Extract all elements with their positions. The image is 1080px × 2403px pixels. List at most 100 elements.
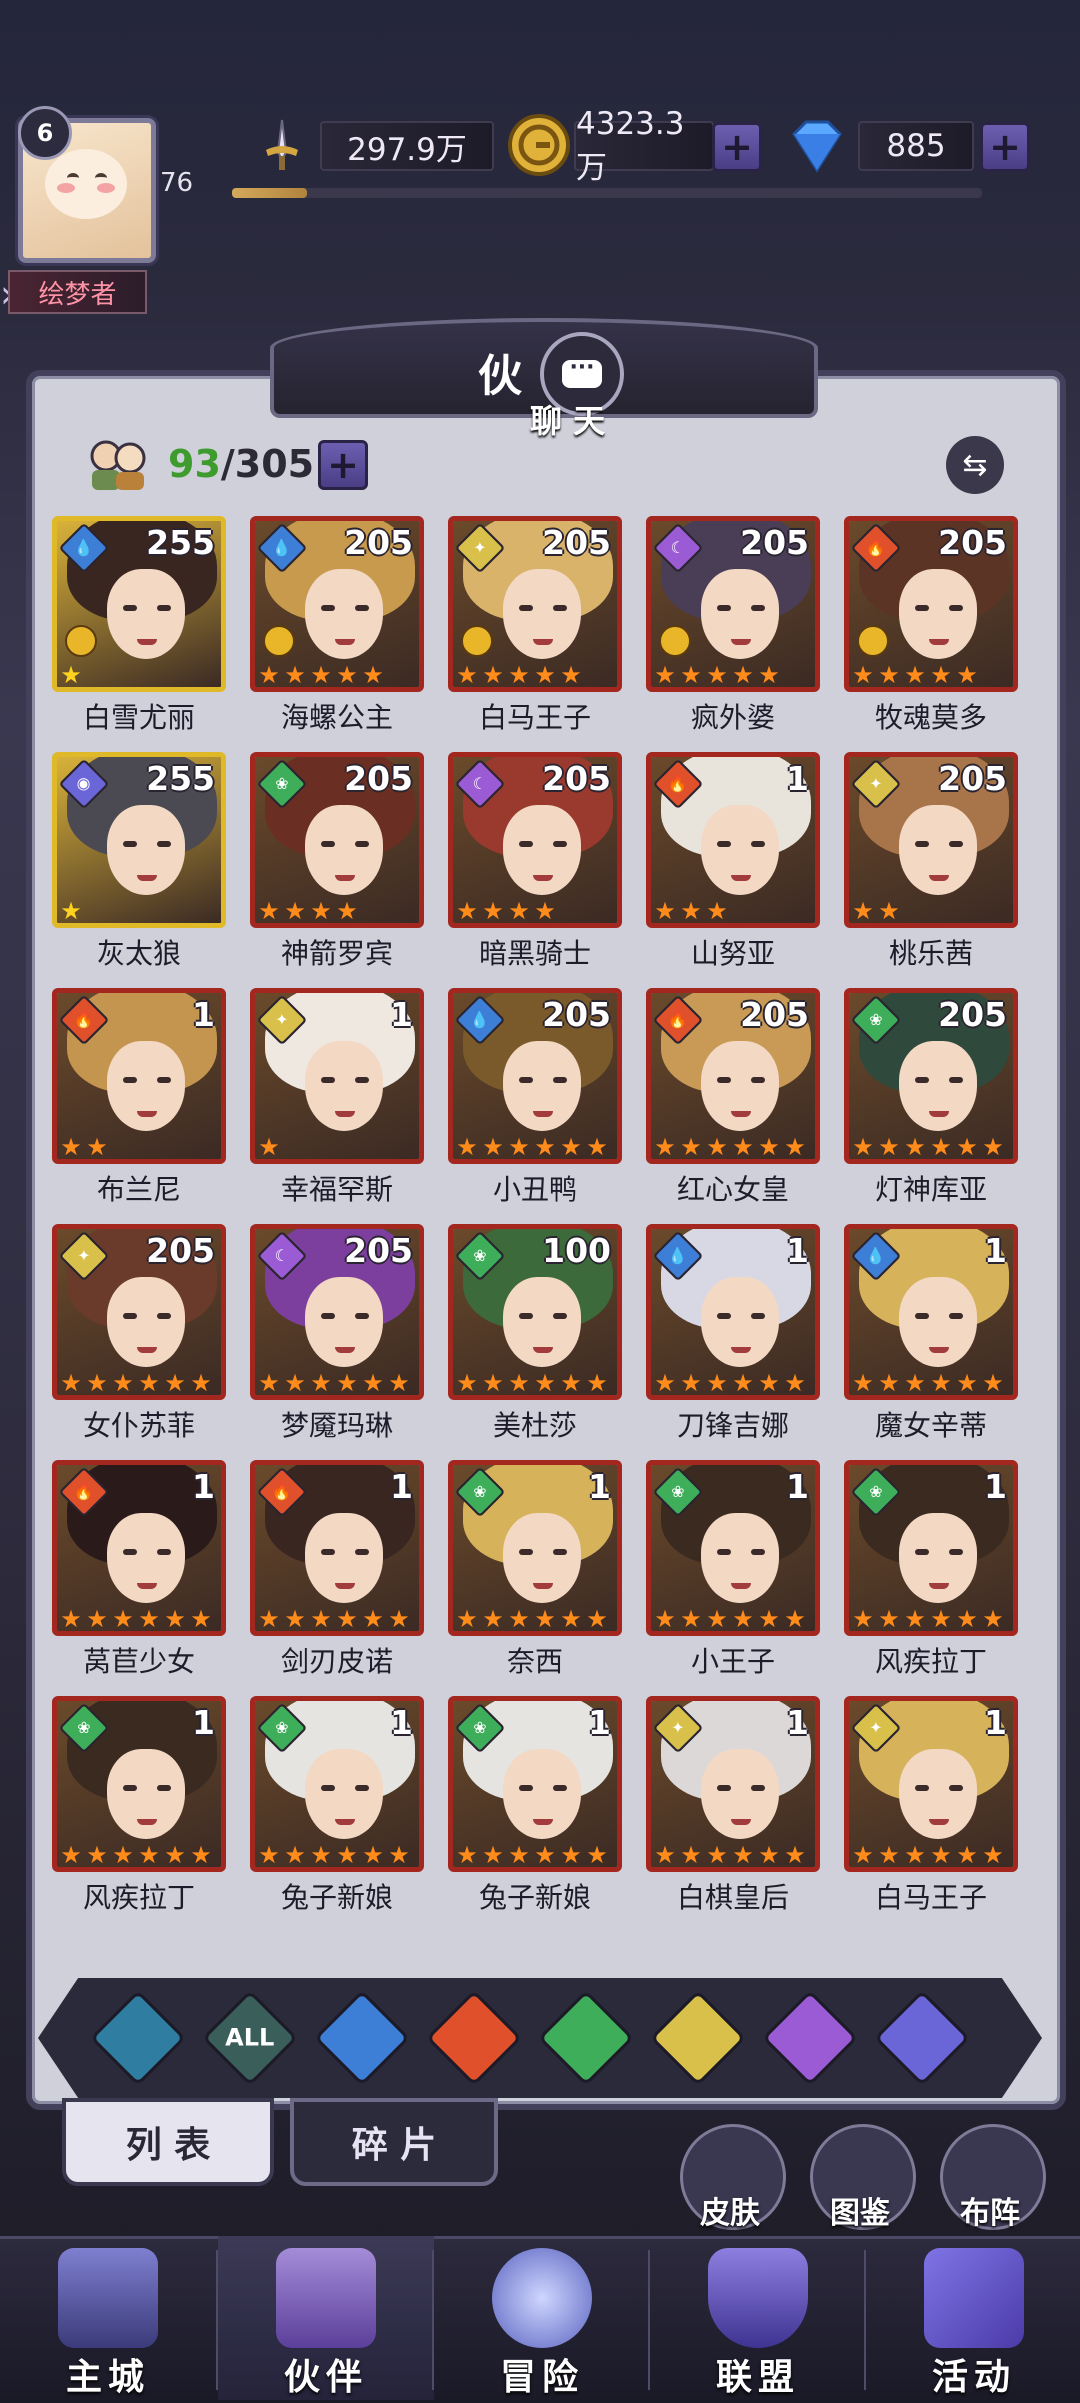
hero-face — [305, 1277, 383, 1367]
hero-stars: ★ ★ ★ ★ ★ — [455, 663, 585, 687]
hero-card[interactable]: 💧 255 ★ — [52, 516, 226, 692]
player-name[interactable]: 绘梦者 — [8, 270, 147, 314]
nav-adventure[interactable]: 冒险 — [434, 2236, 650, 2400]
hero-card[interactable]: ◉ 255 ★ — [52, 752, 226, 928]
hero-card[interactable]: 💧 1 ★ ★ ★ ★ ★ ★ — [646, 1224, 820, 1400]
expand-capacity-button[interactable]: + — [318, 440, 368, 490]
hero-level: 255 — [146, 523, 215, 562]
hero-card[interactable]: 🔥 205 ★ ★ ★ ★ ★ — [844, 516, 1018, 692]
star-icon: ★ — [956, 1369, 978, 1397]
hero-level: 205 — [740, 995, 809, 1034]
hero-card[interactable]: ❀ 1 ★ ★ ★ ★ ★ ★ — [448, 1460, 622, 1636]
nav-alliance[interactable]: 联盟 — [650, 2236, 866, 2400]
star-icon: ★ — [534, 661, 556, 689]
sort-swap-button[interactable]: ⇆ — [946, 436, 1004, 494]
crown-icon — [857, 625, 889, 657]
star-icon: ★ — [482, 661, 504, 689]
hero-card[interactable]: 💧 205 ★ ★ ★ ★ ★ — [250, 516, 424, 692]
hero-name: 小丑鸭 — [492, 1173, 577, 1206]
star-icon: ★ — [654, 1133, 676, 1161]
hero-name: 白马王子 — [478, 701, 591, 734]
filter-all-button[interactable]: ALL — [201, 1989, 299, 2087]
hero-card[interactable]: ✦ 1 ★ ★ ★ ★ ★ ★ — [646, 1696, 820, 1872]
tab-list[interactable]: 列 表 — [62, 2098, 274, 2186]
tab-fragments[interactable]: 碎 片 — [290, 2098, 498, 2186]
hero-card[interactable]: 🔥 1 ★ ★ ★ ★ ★ ★ — [250, 1460, 424, 1636]
star-icon: ★ — [86, 1841, 108, 1869]
star-icon: ★ — [284, 661, 306, 689]
hero-card[interactable]: 🔥 1 ★ ★ ★ ★ ★ ★ — [52, 1460, 226, 1636]
hero-card[interactable]: ❀ 1 ★ ★ ★ ★ ★ ★ — [844, 1460, 1018, 1636]
hero-eye — [553, 1077, 567, 1083]
formation-button-label[interactable]: 布阵 — [940, 2188, 1040, 2232]
hero-card[interactable]: 🔥 1 ★ ★ — [52, 988, 226, 1164]
hero-card[interactable]: ✦ 205 ★ ★ ★ ★ ★ ★ — [52, 1224, 226, 1400]
hero-mouth — [137, 1347, 157, 1353]
hero-eye — [519, 1785, 533, 1791]
hero-card[interactable]: ❀ 1 ★ ★ ★ ★ ★ ★ — [52, 1696, 226, 1872]
hero-count-current: 93 — [168, 442, 221, 486]
star-icon: ★ — [86, 1133, 108, 1161]
nav-main-city[interactable]: 主城 — [0, 2236, 216, 2400]
hero-card[interactable]: ❀ 100 ★ ★ ★ ★ ★ ★ — [448, 1224, 622, 1400]
filter-light-button[interactable] — [649, 1989, 747, 2087]
gold-value: 4323.3万 — [574, 106, 714, 186]
hero-card[interactable]: 💧 1 ★ ★ ★ ★ ★ ★ — [844, 1224, 1018, 1400]
hero-card[interactable]: ✦ 1 ★ — [250, 988, 424, 1164]
hero-card[interactable]: ☾ 205 ★ ★ ★ ★ ★ — [646, 516, 820, 692]
hero-eye — [717, 1077, 731, 1083]
star-icon: ★ — [758, 661, 780, 689]
star-icon: ★ — [904, 1133, 926, 1161]
hero-card[interactable]: 🔥 205 ★ ★ ★ ★ ★ ★ — [646, 988, 820, 1164]
star-icon: ★ — [982, 1841, 1004, 1869]
skin-button-label[interactable]: 皮肤 — [680, 2188, 780, 2232]
crown-icon — [659, 625, 691, 657]
add-gems-button[interactable]: + — [980, 122, 1030, 172]
filter-dark-button[interactable] — [761, 1989, 859, 2087]
star-icon: ★ — [852, 897, 874, 925]
star-icon: ★ — [60, 661, 82, 689]
filter-wind-button[interactable] — [537, 1989, 635, 2087]
hero-card[interactable]: 💧 205 ★ ★ ★ ★ ★ ★ — [448, 988, 622, 1164]
hero-card[interactable]: 🔥 1 ★ ★ ★ — [646, 752, 820, 928]
hero-card[interactable]: ❀ 205 ★ ★ ★ ★ ★ ★ — [844, 988, 1018, 1164]
hero-face — [107, 1277, 185, 1367]
star-icon: ★ — [930, 1369, 952, 1397]
hero-stars: ★ ★ — [59, 1135, 111, 1159]
hero-eye — [321, 1313, 335, 1319]
nav-partners[interactable]: 伙伴 — [218, 2236, 434, 2400]
hero-stars: ★ ★ ★ ★ ★ ★ — [653, 1843, 809, 1867]
star-icon: ★ — [878, 1369, 900, 1397]
power-display: 297.9万 — [320, 118, 494, 174]
hero-card[interactable]: ✦ 205 ★ ★ ★ ★ ★ — [448, 516, 622, 692]
hero-card[interactable]: ❀ 205 ★ ★ ★ ★ — [250, 752, 424, 928]
filter-fire-button[interactable] — [425, 1989, 523, 2087]
nav-events[interactable]: 活动 — [866, 2236, 1080, 2400]
codex-button-label[interactable]: 图鉴 — [810, 2188, 910, 2232]
hero-name: 桃乐茜 — [888, 937, 973, 970]
hero-stars: ★ ★ ★ ★ ★ ★ — [455, 1371, 611, 1395]
hero-card[interactable]: ☾ 205 ★ ★ ★ ★ — [448, 752, 622, 928]
star-icon: ★ — [784, 1369, 806, 1397]
star-icon: ★ — [258, 1605, 280, 1633]
star-icon: ★ — [852, 1841, 874, 1869]
hero-card[interactable]: ❀ 1 ★ ★ ★ ★ ★ ★ — [646, 1460, 820, 1636]
star-icon: ★ — [456, 1841, 478, 1869]
hero-card[interactable]: ❀ 1 ★ ★ ★ ★ ★ ★ — [250, 1696, 424, 1872]
filter-water-button[interactable] — [313, 1989, 411, 2087]
star-icon: ★ — [930, 1841, 952, 1869]
filter-void-button[interactable] — [873, 1989, 971, 2087]
star-icon: ★ — [680, 1605, 702, 1633]
add-gold-button[interactable]: + — [712, 122, 762, 172]
hero-mouth — [335, 1347, 355, 1353]
star-icon: ★ — [508, 1369, 530, 1397]
hero-card[interactable]: ❀ 1 ★ ★ ★ ★ ★ ★ — [448, 1696, 622, 1872]
hero-card[interactable]: ✦ 1 ★ ★ ★ ★ ★ ★ — [844, 1696, 1018, 1872]
chat-label[interactable]: 聊 天 — [530, 396, 605, 442]
hero-name: 莴苣少女 — [82, 1645, 195, 1678]
hero-card[interactable]: ☾ 205 ★ ★ ★ ★ ★ ★ — [250, 1224, 424, 1400]
star-icon: ★ — [310, 1841, 332, 1869]
hero-card[interactable]: ✦ 205 ★ ★ — [844, 752, 1018, 928]
star-icon: ★ — [878, 897, 900, 925]
filter-all-classes-button[interactable] — [89, 1989, 187, 2087]
